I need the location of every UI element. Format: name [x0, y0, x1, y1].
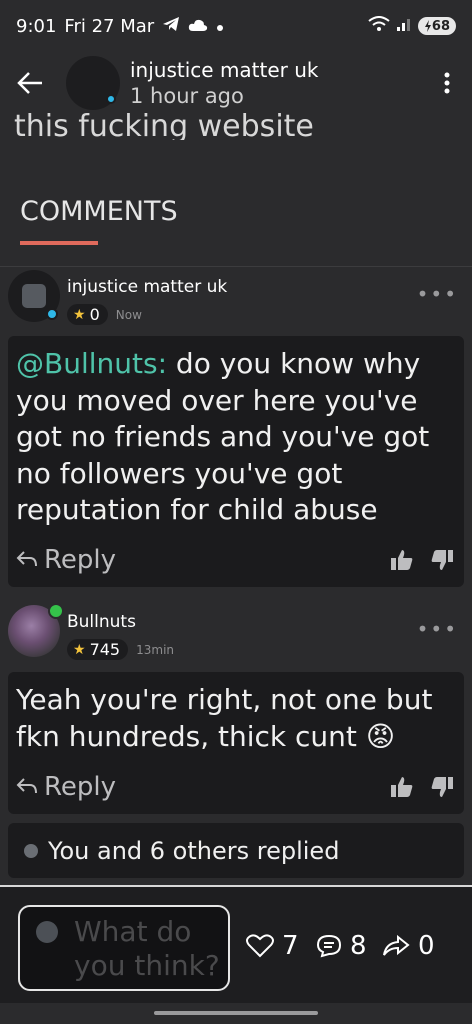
comment-more-button[interactable]: ••• [417, 617, 458, 641]
share-count: 0 [418, 931, 435, 961]
comment-time: Now [115, 307, 142, 322]
like-count: 7 [282, 931, 299, 961]
arrow-left-icon [17, 72, 42, 94]
comments-tab-underline [20, 241, 98, 245]
commenter-name[interactable]: Bullnuts [67, 612, 136, 632]
status-date: Fri 27 Mar [64, 15, 155, 37]
reputation-badge: ★ 745 [67, 639, 129, 660]
commenter-avatar[interactable] [8, 270, 60, 322]
like-button[interactable]: 7 [246, 931, 299, 961]
thumbs-up-icon[interactable] [390, 549, 414, 571]
comment-input[interactable]: What do you think? [18, 905, 230, 991]
cloud-icon [188, 16, 208, 37]
battery-indicator: 68 [417, 17, 456, 35]
share-button[interactable]: 0 [382, 931, 435, 961]
reply-button[interactable]: Reply [16, 545, 116, 575]
replies-summary-bar[interactable]: You and 6 others replied [8, 823, 464, 878]
comment-count-button[interactable]: 8 [316, 931, 367, 961]
wifi-icon [368, 15, 390, 37]
signal-icon [396, 16, 412, 37]
comment-time: 13min [136, 642, 175, 657]
thumbs-up-icon[interactable] [390, 776, 414, 798]
online-status-dot [106, 94, 116, 104]
comment-body: Yeah you're right, not one but fkn hundr… [8, 672, 464, 814]
section-divider [0, 266, 472, 267]
online-status-dot [46, 308, 58, 320]
comment-text: @Bullnuts: do you know why you moved ove… [16, 347, 430, 526]
share-arrow-icon [383, 934, 410, 956]
comment-text: Yeah you're right, not one but fkn hundr… [16, 683, 433, 753]
comment-header: Bullnuts ★ 745 13min ••• [8, 603, 464, 667]
mention-link[interactable]: @Bullnuts: [16, 347, 167, 380]
author-avatar[interactable] [66, 56, 120, 110]
author-name[interactable]: injustice matter uk [130, 58, 319, 82]
kebab-menu-icon [444, 72, 450, 94]
status-bar: 9:01 Fri 27 Mar 68 [0, 0, 472, 52]
status-time: 9:01 [16, 15, 57, 37]
user-avatar [36, 921, 58, 943]
star-icon: ★ [73, 306, 86, 323]
heart-icon [246, 934, 274, 958]
home-indicator[interactable] [154, 1011, 318, 1015]
post-text-fragment: this fucking website [14, 109, 314, 140]
comment-input-placeholder: What do you think? [74, 915, 220, 982]
reply-button[interactable]: Reply [16, 772, 116, 802]
telegram-icon [162, 16, 180, 37]
comment-header: injustice matter uk ★ 0 Now ••• [8, 270, 464, 332]
bottom-action-bar: What do you think? 7 8 0 [0, 885, 472, 1003]
comment-count: 8 [350, 931, 367, 961]
replies-summary-text: You and 6 others replied [48, 836, 340, 865]
online-status-dot [48, 603, 64, 619]
notification-dot-icon [216, 16, 224, 37]
replier-avatar [24, 843, 38, 858]
commenter-avatar[interactable] [8, 603, 64, 657]
star-icon: ★ [73, 641, 86, 658]
thumbs-down-icon[interactable] [430, 549, 454, 571]
reply-arrow-icon [16, 551, 37, 567]
comments-heading: COMMENTS [20, 196, 178, 227]
comment-more-button[interactable]: ••• [417, 282, 458, 306]
comment-body: @Bullnuts: do you know why you moved ove… [8, 336, 464, 587]
reply-arrow-icon [16, 778, 37, 794]
thumbs-down-icon[interactable] [430, 776, 454, 798]
reputation-badge: ★ 0 [67, 304, 108, 325]
chat-bubble-icon [316, 934, 342, 958]
avatar-image [22, 284, 46, 308]
more-options-button[interactable] [422, 58, 472, 108]
angry-face-emoji: 😡 [365, 719, 396, 753]
commenter-name[interactable]: injustice matter uk [67, 277, 227, 297]
